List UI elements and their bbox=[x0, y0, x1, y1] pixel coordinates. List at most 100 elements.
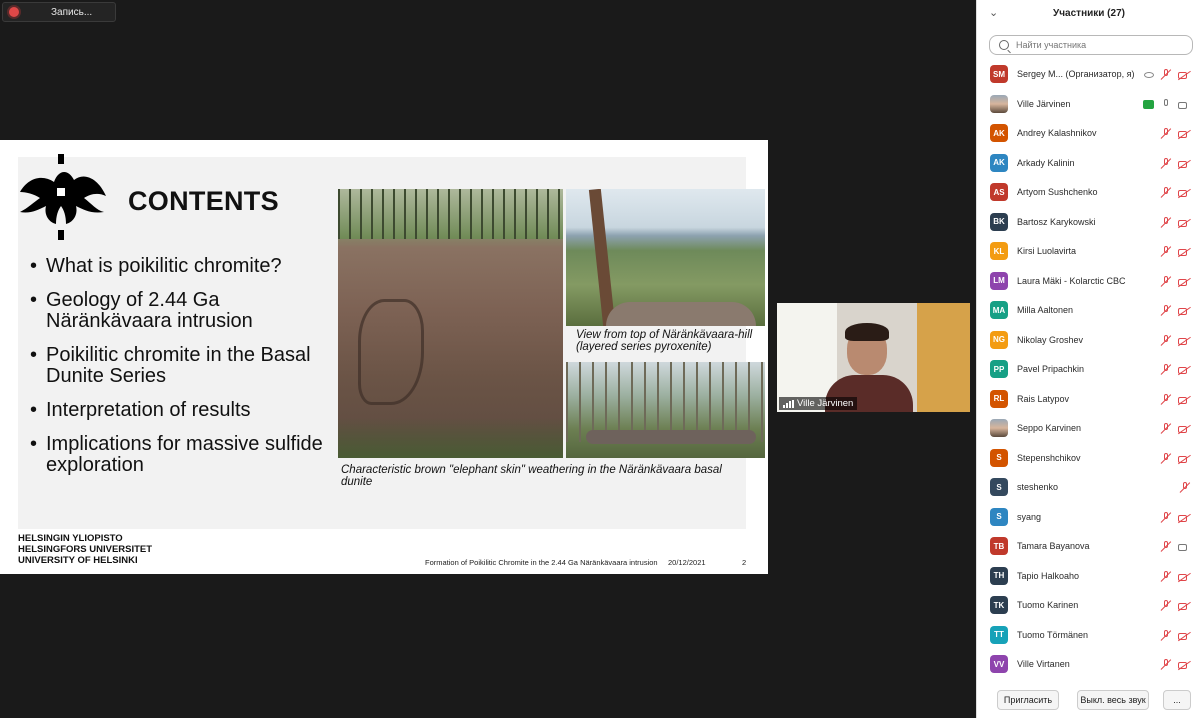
microphone-muted-icon bbox=[1179, 482, 1191, 494]
participant-row[interactable]: RL Rais Latypov bbox=[977, 385, 1200, 415]
camera-off-icon bbox=[1178, 660, 1191, 670]
recording-label: Запись... bbox=[51, 6, 93, 18]
participant-name: Arkady Kalinin bbox=[1017, 157, 1075, 168]
participant-search-input[interactable] bbox=[1014, 39, 1188, 51]
microphone-muted-icon bbox=[1160, 423, 1172, 435]
microphone-muted-icon bbox=[1160, 541, 1172, 553]
participant-row[interactable]: Ssteshenko bbox=[977, 473, 1200, 503]
mute-all-button[interactable]: Выкл. весь звук bbox=[1077, 690, 1149, 710]
shared-screen-area: Запись... CONTENTS What is poikilitic ch… bbox=[0, 0, 976, 718]
participant-row[interactable]: Ville Järvinen bbox=[977, 90, 1200, 120]
university-name-sv: HELSINGFORS UNIVERSITET bbox=[18, 544, 153, 555]
avatar: KL bbox=[990, 242, 1008, 260]
participant-status-icons bbox=[1160, 452, 1191, 465]
participant-name: Tuomo Karinen bbox=[1017, 600, 1079, 610]
participant-row[interactable]: AK Andrey Kalashnikov bbox=[977, 119, 1200, 149]
avatar: NG bbox=[990, 330, 1008, 349]
avatar: AS bbox=[990, 183, 1008, 201]
participant-row[interactable]: VV Ville Virtanen bbox=[977, 650, 1200, 680]
microphone-muted-icon bbox=[1160, 511, 1172, 524]
participant-row[interactable]: AS Artyom Sushchenko bbox=[977, 178, 1200, 208]
participant-row[interactable]: SM Sergey M... (Организатор, я) bbox=[977, 60, 1200, 90]
camera-off-icon bbox=[1178, 601, 1191, 611]
participant-row[interactable]: MA Milla Aaltonen bbox=[977, 296, 1200, 326]
speaker-video-tile[interactable]: Ville Järvinen bbox=[777, 303, 970, 412]
participant-status-icons bbox=[1144, 69, 1191, 81]
microphone-muted-icon bbox=[1160, 629, 1172, 642]
recording-indicator[interactable]: Запись... bbox=[2, 2, 116, 22]
camera-off-icon bbox=[1178, 336, 1191, 346]
dunite-outcrop-photo bbox=[338, 189, 563, 458]
university-name-fi: HELSINGIN YLIOPISTO bbox=[18, 533, 123, 544]
microphone-muted-icon bbox=[1160, 305, 1172, 317]
participant-row[interactable]: PP Pavel Pripachkin bbox=[977, 355, 1200, 385]
participant-row[interactable]: TH Tapio Halkoaho bbox=[977, 562, 1200, 592]
university-logo bbox=[20, 154, 106, 240]
signal-bars-icon bbox=[783, 399, 794, 408]
avatar: VV bbox=[990, 655, 1008, 673]
microphone-muted-icon bbox=[1160, 246, 1172, 258]
participant-status-icons bbox=[1160, 334, 1191, 347]
slide-title: CONTENTS bbox=[128, 186, 279, 216]
camera-off-icon bbox=[1178, 277, 1191, 287]
avatar bbox=[990, 419, 1008, 437]
participant-row[interactable]: TB Tamara Bayanova bbox=[977, 532, 1200, 562]
avatar: RL bbox=[990, 389, 1008, 408]
microphone-muted-icon bbox=[1160, 659, 1172, 671]
camera-off-icon bbox=[1178, 188, 1191, 198]
participant-row[interactable]: Seppo Karvinen bbox=[977, 414, 1200, 444]
participants-panel: ⌄ Участники (27) SM Sergey M... (Организа… bbox=[976, 0, 1200, 718]
participant-name: Andrey Kalashnikov bbox=[1017, 128, 1097, 138]
participant-list: SM Sergey M... (Организатор, я) Ville Järv… bbox=[977, 60, 1200, 680]
participant-status-icons bbox=[1160, 629, 1191, 642]
camera-off-icon bbox=[1178, 306, 1191, 316]
participant-row[interactable]: KL Kirsi Luolavirta bbox=[977, 237, 1200, 267]
participant-row[interactable]: Ssyang bbox=[977, 503, 1200, 533]
participants-title: Участники (27) bbox=[1053, 7, 1125, 19]
participant-row[interactable]: TT Tuomo Törmänen bbox=[977, 621, 1200, 651]
camera-off-icon bbox=[1178, 454, 1191, 464]
slide-footer-date: 20/12/2021 bbox=[668, 558, 706, 567]
microphone-muted-icon bbox=[1160, 128, 1172, 140]
participant-row[interactable]: BK Bartosz Karykowski bbox=[977, 208, 1200, 238]
participant-status-icons bbox=[1160, 511, 1191, 524]
avatar: S bbox=[990, 507, 1008, 526]
participant-search[interactable] bbox=[989, 35, 1193, 55]
microphone-muted-icon bbox=[1160, 600, 1172, 612]
participant-name: syang bbox=[1017, 511, 1042, 522]
participant-status-icons bbox=[1160, 128, 1191, 140]
slide-footer-title: Formation of Poikilitic Chromite in the … bbox=[425, 558, 658, 567]
microphone-muted-icon bbox=[1160, 187, 1172, 199]
avatar: TB bbox=[990, 537, 1008, 555]
participant-status-icons bbox=[1160, 570, 1191, 583]
photo-caption-view: View from top of Näränkävaara-hill (laye… bbox=[576, 329, 753, 353]
participant-row[interactable]: LM Laura Mäki - Kolarctic CBC bbox=[977, 267, 1200, 297]
participant-status-icons bbox=[1160, 541, 1191, 553]
participant-status-icons bbox=[1160, 305, 1191, 317]
camera-off-icon bbox=[1178, 631, 1191, 641]
participant-row[interactable]: S Stepenshchikov bbox=[977, 444, 1200, 474]
participant-status-icons bbox=[1160, 216, 1191, 229]
microphone-muted-icon bbox=[1160, 216, 1172, 229]
participant-name: Pavel Pripachkin bbox=[1017, 364, 1085, 374]
invite-button[interactable]: Пригласить bbox=[997, 690, 1059, 710]
bullet-item: Interpretation of results bbox=[30, 400, 330, 422]
camera-off-icon bbox=[1178, 129, 1191, 139]
participant-row[interactable]: AK Arkady Kalinin bbox=[977, 149, 1200, 179]
participant-name: Ville Järvinen bbox=[1017, 98, 1071, 109]
participant-name: Seppo Karvinen bbox=[1017, 423, 1082, 433]
more-button[interactable]: ... bbox=[1163, 690, 1191, 710]
avatar: BK bbox=[990, 212, 1008, 231]
participant-row[interactable]: NG Nikolay Groshev bbox=[977, 326, 1200, 356]
microphone-muted-icon bbox=[1160, 69, 1172, 81]
participant-row[interactable]: TK Tuomo Karinen bbox=[977, 591, 1200, 621]
record-icon bbox=[9, 7, 19, 17]
camera-off-icon bbox=[1178, 395, 1191, 405]
avatar: TK bbox=[990, 596, 1008, 614]
microphone-muted-icon bbox=[1160, 570, 1172, 583]
avatar: LM bbox=[990, 271, 1008, 290]
camera-off-icon bbox=[1178, 247, 1191, 257]
camera-off-icon bbox=[1178, 159, 1191, 169]
participant-status-icons bbox=[1160, 393, 1191, 406]
camera-off-icon bbox=[1178, 572, 1191, 582]
